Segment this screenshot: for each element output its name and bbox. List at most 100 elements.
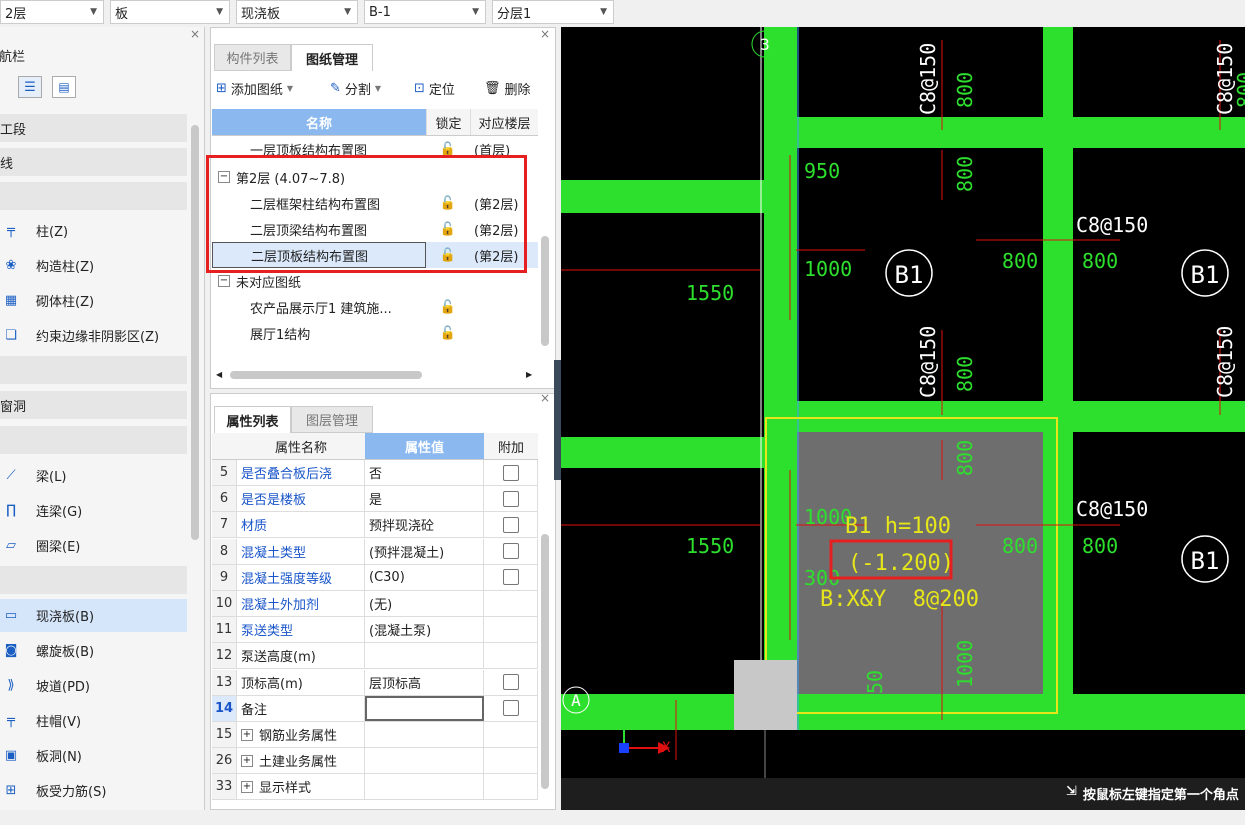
nav-section-stage[interactable]: 施工段	[0, 114, 187, 142]
lock-icon[interactable]: 🔓	[440, 326, 456, 341]
row-number: 10	[212, 591, 237, 616]
close-icon[interactable]: ×	[540, 27, 550, 41]
property-value[interactable]: 是	[365, 486, 484, 512]
property-value[interactable]: (C30)	[365, 564, 484, 590]
nav-item-link-beam[interactable]: ∏ 连梁(G)	[0, 494, 82, 527]
property-row[interactable]: 6 是否是楼板 是	[212, 486, 538, 513]
nav-item-constraint-edge[interactable]: ❏ 约束边缘非阴影区(Z)	[0, 319, 159, 352]
tab-property-list[interactable]: 属性列表	[214, 406, 291, 433]
expand-icon[interactable]: +	[241, 780, 253, 793]
nav-scrollbar[interactable]	[191, 125, 199, 540]
detail-view-icon[interactable]: ▤	[52, 76, 76, 98]
collapse-toggle-icon[interactable]: −	[218, 275, 230, 287]
property-row[interactable]: 5 是否叠合板后浇 否	[212, 460, 538, 486]
category-select[interactable]: 板 ▼	[110, 0, 230, 24]
close-icon[interactable]: ×	[540, 391, 550, 405]
property-value[interactable]: 预拌现浇砼	[365, 512, 484, 538]
remark-input[interactable]	[365, 695, 484, 721]
property-value[interactable]	[365, 774, 484, 800]
floor-select[interactable]: 2层 ▼	[0, 0, 104, 24]
nav-item-column[interactable]: ╤ 柱(Z)	[0, 214, 68, 247]
nav-section-blank1[interactable]	[0, 182, 187, 210]
close-icon[interactable]: ×	[190, 27, 200, 41]
c8-label-6: C8@150	[1076, 497, 1148, 521]
nav-item-ramp[interactable]: ⟫ 坡道(PD)	[0, 669, 90, 702]
property-value[interactable]: 层顶标高	[365, 669, 484, 695]
property-value[interactable]	[365, 748, 484, 774]
property-row[interactable]: 26 + 土建业务属性	[212, 748, 538, 775]
extra-checkbox[interactable]	[502, 464, 519, 481]
constraint-edge-icon: ❏	[5, 328, 17, 343]
property-row[interactable]: 10 混凝土外加剂 (无)	[212, 591, 538, 617]
nav-item-ring-beam[interactable]: ▱ 圈梁(E)	[0, 529, 80, 562]
col-lock[interactable]: 锁定	[426, 109, 470, 135]
scroll-left-icon[interactable]: ◀	[216, 370, 222, 379]
property-row[interactable]: 33 + 显示样式	[212, 774, 538, 801]
nav-section-blank4[interactable]	[0, 566, 187, 594]
property-row[interactable]: 8 混凝土类型 (预拌混凝土)	[212, 538, 538, 565]
tab-component-list[interactable]: 构件列表	[214, 44, 291, 71]
tab-layer-manage[interactable]: 图层管理	[291, 406, 373, 433]
type-select[interactable]: 现浇板 ▼	[236, 0, 358, 24]
property-value[interactable]: (混凝土泵)	[365, 617, 484, 643]
property-row[interactable]: 15 + 钢筋业务属性	[212, 722, 538, 748]
nav-item-column-cap[interactable]: ╤ 柱帽(V)	[0, 704, 81, 737]
property-row[interactable]: 7 材质 预拌现浇砼	[212, 512, 538, 539]
extra-checkbox[interactable]	[502, 543, 519, 560]
property-row[interactable]: 11 泵送类型 (混凝土泵)	[212, 617, 538, 644]
property-row[interactable]: 14 备注	[212, 695, 538, 722]
extra-checkbox[interactable]	[502, 490, 519, 507]
extra-checkbox[interactable]	[502, 674, 519, 691]
property-table-header: 属性名称 属性值 附加	[212, 433, 538, 460]
beam-h1	[764, 117, 1245, 148]
nav-section-door-window[interactable]: 门窗洞	[0, 391, 187, 419]
component-select[interactable]: B-1 ▼	[364, 0, 486, 24]
sublayer-select[interactable]: 分层1 ▼	[492, 0, 614, 24]
nav-item-beam[interactable]: ⟋ 梁(L)	[0, 459, 66, 492]
expand-icon[interactable]: +	[241, 754, 253, 767]
nav-item-construct-column[interactable]: ❀ 构造柱(Z)	[0, 249, 95, 282]
property-row[interactable]: 12 泵送高度(m)	[212, 643, 538, 670]
split-button[interactable]: ✎ 分割 ▼	[330, 79, 381, 98]
row-number: 12	[212, 643, 237, 669]
expand-icon[interactable]: +	[241, 728, 253, 741]
property-value[interactable]: (无)	[365, 591, 484, 616]
nav-item-slab[interactable]: ▭ 现浇板(B)	[0, 599, 187, 632]
extra-checkbox[interactable]	[502, 569, 519, 586]
property-row[interactable]: 13 顶标高(m) 层顶标高	[212, 669, 538, 696]
property-scrollbar[interactable]	[541, 534, 549, 789]
drawing-v-scrollbar[interactable]	[541, 236, 549, 346]
locate-button[interactable]: ⊡ 定位	[414, 79, 455, 98]
property-value[interactable]	[365, 722, 484, 747]
drawing-row[interactable]: 展厅1结构 🔓	[212, 320, 538, 346]
col-floor[interactable]: 对应楼层	[470, 109, 538, 135]
nav-item-masonry-column[interactable]: ▦ 砌体柱(Z)	[0, 284, 94, 317]
column-icon: ╤	[7, 223, 15, 238]
col-name[interactable]: 名称	[212, 109, 426, 135]
extra-checkbox[interactable]	[502, 700, 519, 717]
nav-item-spiral-slab[interactable]: ◙ 螺旋板(B)	[0, 634, 94, 667]
nav-item-slab-hole[interactable]: ▣ 板洞(N)	[0, 739, 82, 772]
splitter-handle[interactable]	[554, 360, 561, 480]
list-view-icon[interactable]: ☰	[18, 76, 42, 98]
nav-section-blank3[interactable]	[0, 426, 187, 454]
col-prop-extra[interactable]: 附加	[484, 433, 538, 459]
lock-icon[interactable]: 🔓	[440, 300, 456, 315]
delete-button[interactable]: 🗑 删除	[484, 79, 531, 98]
add-drawing-button[interactable]: ⊞ 添加图纸 ▼	[216, 79, 293, 98]
nav-section-blank2[interactable]	[0, 356, 187, 384]
extra-checkbox[interactable]	[502, 516, 519, 533]
drawing-row[interactable]: 农产品展示厅1 建筑施... 🔓	[212, 294, 538, 320]
property-value[interactable]	[365, 643, 484, 669]
scroll-right-icon[interactable]: ▶	[526, 370, 532, 379]
nav-item-slab-rebar[interactable]: ⊞ 板受力筋(S)	[0, 774, 107, 807]
col-prop-value[interactable]: 属性值	[365, 433, 484, 459]
drawing-h-scrollbar[interactable]	[230, 371, 422, 379]
property-value[interactable]: 否	[365, 460, 484, 485]
property-row[interactable]: 9 混凝土强度等级 (C30)	[212, 564, 538, 591]
col-prop-name[interactable]: 属性名称	[237, 433, 365, 459]
nav-section-axis[interactable]: 轴线	[0, 148, 187, 176]
cad-canvas[interactable]: 3 3 A B1 B1 B1 C8@150 C8@150 C8@150 C8@1…	[561, 27, 1245, 810]
property-value[interactable]: (预拌混凝土)	[365, 538, 484, 564]
tab-drawing-manage[interactable]: 图纸管理	[291, 44, 373, 71]
